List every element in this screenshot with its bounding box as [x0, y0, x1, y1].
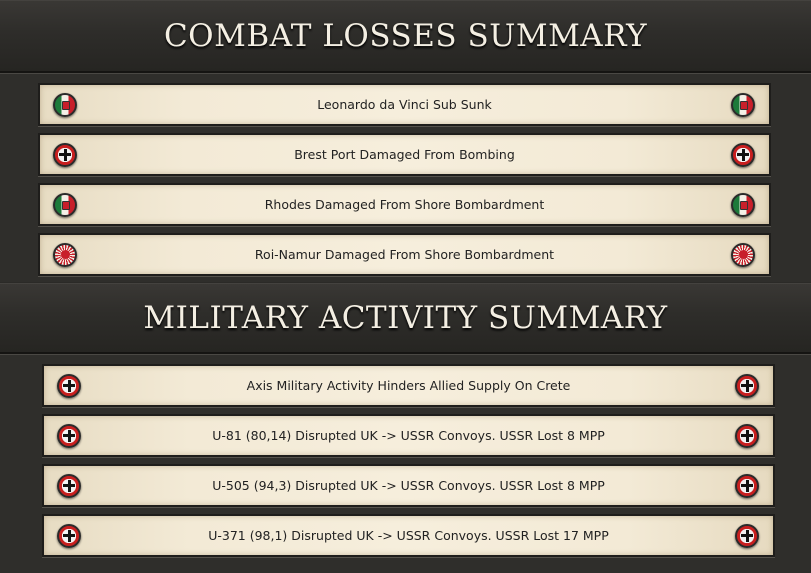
- military-activity-header: MILITARY ACTIVITY SUMMARY: [0, 283, 811, 354]
- combat-loss-label: Leonardo da Vinci Sub Sunk: [317, 97, 492, 112]
- germany-flag-icon: [57, 373, 81, 398]
- germany-flag-icon: [57, 473, 81, 498]
- combat-loss-row[interactable]: Rhodes Damaged From Shore Bombardment: [38, 183, 771, 226]
- military-activity-label: U-81 (80,14) Disrupted UK -> USSR Convoy…: [212, 428, 605, 443]
- combat-loss-row[interactable]: Leonardo da Vinci Sub Sunk: [38, 83, 771, 126]
- combat-loss-label: Roi-Namur Damaged From Shore Bombardment: [254, 247, 555, 262]
- italy-flag-icon: [53, 92, 77, 117]
- japan-flag-icon: [53, 242, 77, 267]
- military-activity-row[interactable]: U-81 (80,14) Disrupted UK -> USSR Convoy…: [42, 414, 775, 457]
- combat-loss-label: Brest Port Damaged From Bombing: [294, 147, 515, 162]
- military-activity-title: MILITARY ACTIVITY SUMMARY: [143, 299, 668, 336]
- combat-losses-header: COMBAT LOSSES SUMMARY: [0, 0, 811, 73]
- italy-flag-icon: [53, 192, 77, 217]
- combat-losses-title: COMBAT LOSSES SUMMARY: [163, 17, 648, 54]
- japan-flag-icon: [731, 242, 755, 267]
- germany-flag-icon: [731, 142, 755, 167]
- military-activity-label: Axis Military Activity Hinders Allied Su…: [246, 378, 571, 393]
- germany-flag-icon: [735, 373, 759, 398]
- military-activity-panel: Axis Military Activity Hinders Allied Su…: [0, 354, 811, 573]
- germany-flag-icon: [735, 523, 759, 548]
- combat-loss-row[interactable]: Roi-Namur Damaged From Shore Bombardment: [38, 233, 771, 276]
- military-activity-row[interactable]: U-371 (98,1) Disrupted UK -> USSR Convoy…: [42, 514, 775, 557]
- combat-loss-row[interactable]: Brest Port Damaged From Bombing: [38, 133, 771, 176]
- germany-flag-icon: [57, 523, 81, 548]
- italy-flag-icon: [731, 92, 755, 117]
- italy-flag-icon: [731, 192, 755, 217]
- germany-flag-icon: [735, 473, 759, 498]
- germany-flag-icon: [53, 142, 77, 167]
- military-activity-row[interactable]: Axis Military Activity Hinders Allied Su…: [42, 364, 775, 407]
- combat-losses-panel: Leonardo da Vinci Sub Sunk Brest Port Da…: [0, 73, 811, 282]
- military-activity-row[interactable]: U-505 (94,3) Disrupted UK -> USSR Convoy…: [42, 464, 775, 507]
- military-activity-label: U-371 (98,1) Disrupted UK -> USSR Convoy…: [208, 528, 609, 543]
- combat-loss-label: Rhodes Damaged From Shore Bombardment: [264, 197, 545, 212]
- military-activity-label: U-505 (94,3) Disrupted UK -> USSR Convoy…: [212, 478, 605, 493]
- germany-flag-icon: [57, 423, 81, 448]
- germany-flag-icon: [735, 423, 759, 448]
- summary-screen: COMBAT LOSSES SUMMARY Leonardo da Vinci …: [0, 0, 811, 573]
